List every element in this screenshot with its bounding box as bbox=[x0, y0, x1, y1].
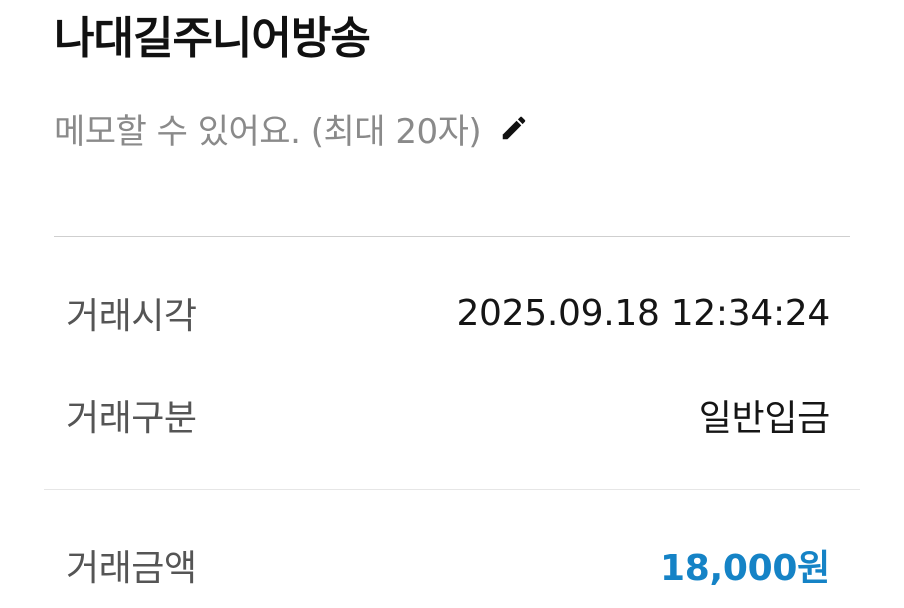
pencil-icon[interactable] bbox=[499, 113, 529, 143]
transaction-amount-label: 거래금액 bbox=[66, 548, 197, 589]
transaction-time-row: 거래시각 2025.09.18 12:34:24 bbox=[66, 288, 830, 338]
section-divider bbox=[54, 236, 850, 237]
memo-edit-area[interactable]: 메모할 수 있어요. (최대 20자) bbox=[54, 104, 529, 152]
transaction-time-label: 거래시각 bbox=[66, 296, 197, 337]
transaction-type-label: 거래구분 bbox=[66, 398, 197, 439]
transaction-type-value: 일반입금 bbox=[698, 398, 831, 439]
page-title: 나대길주니어방송 bbox=[54, 13, 371, 64]
section-divider bbox=[44, 489, 860, 490]
transaction-time-value: 2025.09.18 12:34:24 bbox=[456, 292, 830, 334]
transaction-type-row: 거래구분 일반입금 bbox=[66, 390, 830, 440]
transaction-amount-row: 거래금액 18,000원 bbox=[66, 540, 830, 590]
transaction-amount-value: 18,000원 bbox=[660, 548, 830, 589]
memo-placeholder[interactable]: 메모할 수 있어요. (최대 20자) bbox=[54, 104, 482, 153]
